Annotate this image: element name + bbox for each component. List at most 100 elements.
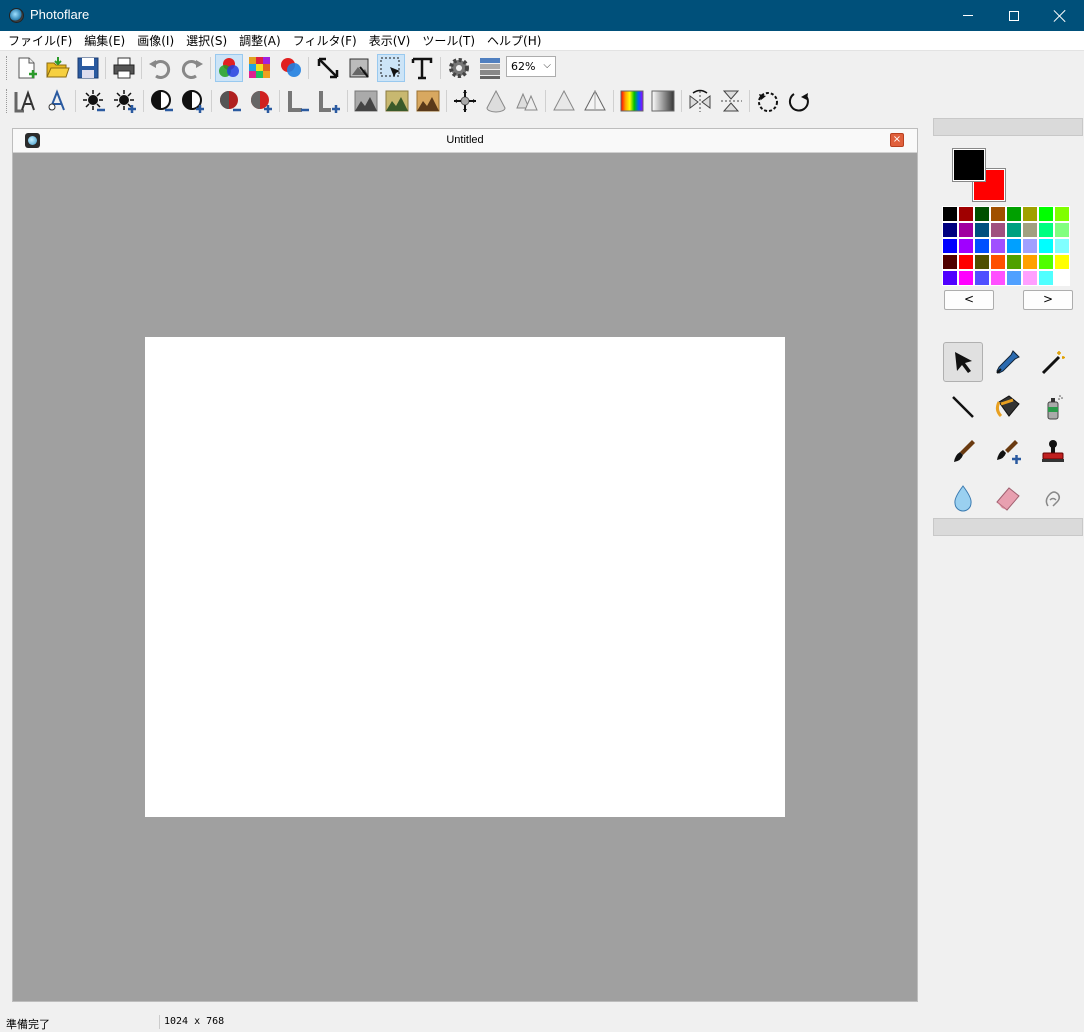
- saturation-down-button[interactable]: [216, 87, 244, 115]
- flip-horizontal-button[interactable]: [686, 87, 714, 115]
- twirl-button[interactable]: [513, 87, 541, 115]
- palette-swatch[interactable]: [1038, 254, 1054, 270]
- flip-vertical-button[interactable]: [717, 87, 745, 115]
- mosaic-button[interactable]: [246, 54, 274, 82]
- color-mode-button[interactable]: [215, 54, 243, 82]
- image-canvas[interactable]: [145, 337, 785, 817]
- print-button[interactable]: [110, 54, 138, 82]
- palette-swatch[interactable]: [1038, 206, 1054, 222]
- rotate-cw-button[interactable]: [785, 87, 813, 115]
- color-picker-tool[interactable]: [988, 342, 1028, 382]
- redo-button[interactable]: [178, 54, 206, 82]
- blur-filter-button[interactable]: [550, 87, 578, 115]
- contrast-up-button[interactable]: [179, 87, 207, 115]
- maximize-button[interactable]: [991, 0, 1037, 31]
- menu-select[interactable]: 選択(S): [180, 32, 233, 49]
- palette-swatch[interactable]: [942, 254, 958, 270]
- palette-swatch[interactable]: [1022, 222, 1038, 238]
- text-button[interactable]: [408, 54, 436, 82]
- save-button[interactable]: [74, 54, 102, 82]
- menu-adjust[interactable]: 調整(A): [233, 32, 287, 49]
- palette-swatch[interactable]: [974, 270, 990, 286]
- magic-wand-tool[interactable]: [1033, 342, 1073, 382]
- clone-stamp-tool[interactable]: [1033, 432, 1073, 472]
- palette-swatch[interactable]: [1038, 238, 1054, 254]
- palette-swatch[interactable]: [990, 254, 1006, 270]
- toolbar-grip[interactable]: [6, 56, 9, 80]
- palette-swatch[interactable]: [974, 238, 990, 254]
- palette-swatch[interactable]: [958, 254, 974, 270]
- document-close-icon[interactable]: ×: [890, 133, 904, 147]
- palette-swatch[interactable]: [1006, 254, 1022, 270]
- grayscale-button[interactable]: [352, 87, 380, 115]
- saturation-up-button[interactable]: [247, 87, 275, 115]
- palette-swatch[interactable]: [1022, 238, 1038, 254]
- menu-filter[interactable]: フィルタ(F): [287, 32, 363, 49]
- menu-help[interactable]: ヘルプ(H): [481, 32, 547, 49]
- palette-swatch[interactable]: [942, 238, 958, 254]
- text-outline-button[interactable]: [43, 87, 71, 115]
- palette-swatch[interactable]: [958, 206, 974, 222]
- palette-swatch[interactable]: [1054, 206, 1070, 222]
- palette-swatch[interactable]: [1038, 222, 1054, 238]
- palette-swatch[interactable]: [1006, 270, 1022, 286]
- layers-button[interactable]: [476, 54, 504, 82]
- paint-brush-tool[interactable]: [943, 432, 983, 472]
- selection-button[interactable]: [377, 54, 405, 82]
- spray-can-tool[interactable]: [1033, 387, 1073, 427]
- oil-paint-button[interactable]: [383, 87, 411, 115]
- palette-swatch[interactable]: [942, 270, 958, 286]
- palette-swatch[interactable]: [974, 254, 990, 270]
- palette-swatch[interactable]: [958, 222, 974, 238]
- palette-swatch[interactable]: [958, 270, 974, 286]
- palette-swatch[interactable]: [974, 206, 990, 222]
- brightness-up-button[interactable]: [111, 87, 139, 115]
- menu-image[interactable]: 画像(I): [131, 32, 180, 49]
- palette-swatch[interactable]: [990, 222, 1006, 238]
- minimize-button[interactable]: [945, 0, 991, 31]
- palette-swatch[interactable]: [942, 206, 958, 222]
- toolbar-grip[interactable]: [6, 89, 9, 113]
- palette-swatch[interactable]: [1022, 254, 1038, 270]
- crop-button[interactable]: [345, 54, 373, 82]
- sepia-button[interactable]: [414, 87, 442, 115]
- text-shadow-button[interactable]: [12, 87, 40, 115]
- resize-button[interactable]: [314, 54, 342, 82]
- palette-swatch[interactable]: [1054, 270, 1070, 286]
- explode-button[interactable]: [451, 87, 479, 115]
- gradient-rainbow-button[interactable]: [618, 87, 646, 115]
- palette-next-button[interactable]: >: [1023, 290, 1073, 310]
- menu-file[interactable]: ファイル(F): [2, 32, 78, 49]
- rotate-ccw-button[interactable]: [754, 87, 782, 115]
- new-file-button[interactable]: [12, 54, 40, 82]
- smudge-tool[interactable]: [1033, 477, 1073, 517]
- palette-prev-button[interactable]: <: [944, 290, 994, 310]
- palette-swatch[interactable]: [958, 238, 974, 254]
- settings-button[interactable]: [445, 54, 473, 82]
- palette-swatch[interactable]: [1022, 206, 1038, 222]
- pointer-tool[interactable]: [943, 342, 983, 382]
- menu-view[interactable]: 表示(V): [363, 32, 417, 49]
- zoom-select[interactable]: 62% ⌵: [506, 56, 556, 77]
- palette-swatch[interactable]: [1006, 206, 1022, 222]
- gradient-gray-button[interactable]: [649, 87, 677, 115]
- palette-swatch[interactable]: [1006, 238, 1022, 254]
- menu-edit[interactable]: 編集(E): [78, 32, 131, 49]
- palette-swatch[interactable]: [990, 206, 1006, 222]
- sharpen-filter-button[interactable]: [581, 87, 609, 115]
- line-tool[interactable]: [943, 387, 983, 427]
- foreground-color-swatch[interactable]: [952, 148, 986, 182]
- palette-swatch[interactable]: [990, 270, 1006, 286]
- contrast-down-button[interactable]: [148, 87, 176, 115]
- palette-swatch[interactable]: [974, 222, 990, 238]
- gamma-down-button[interactable]: [284, 87, 312, 115]
- smart-brush-tool[interactable]: [988, 432, 1028, 472]
- paint-bucket-tool[interactable]: [988, 387, 1028, 427]
- palette-swatch[interactable]: [942, 222, 958, 238]
- undo-button[interactable]: [146, 54, 174, 82]
- close-button[interactable]: [1037, 0, 1083, 31]
- palette-swatch[interactable]: [1054, 222, 1070, 238]
- brightness-down-button[interactable]: [80, 87, 108, 115]
- palette-swatch[interactable]: [1054, 254, 1070, 270]
- blur-tool[interactable]: [943, 477, 983, 517]
